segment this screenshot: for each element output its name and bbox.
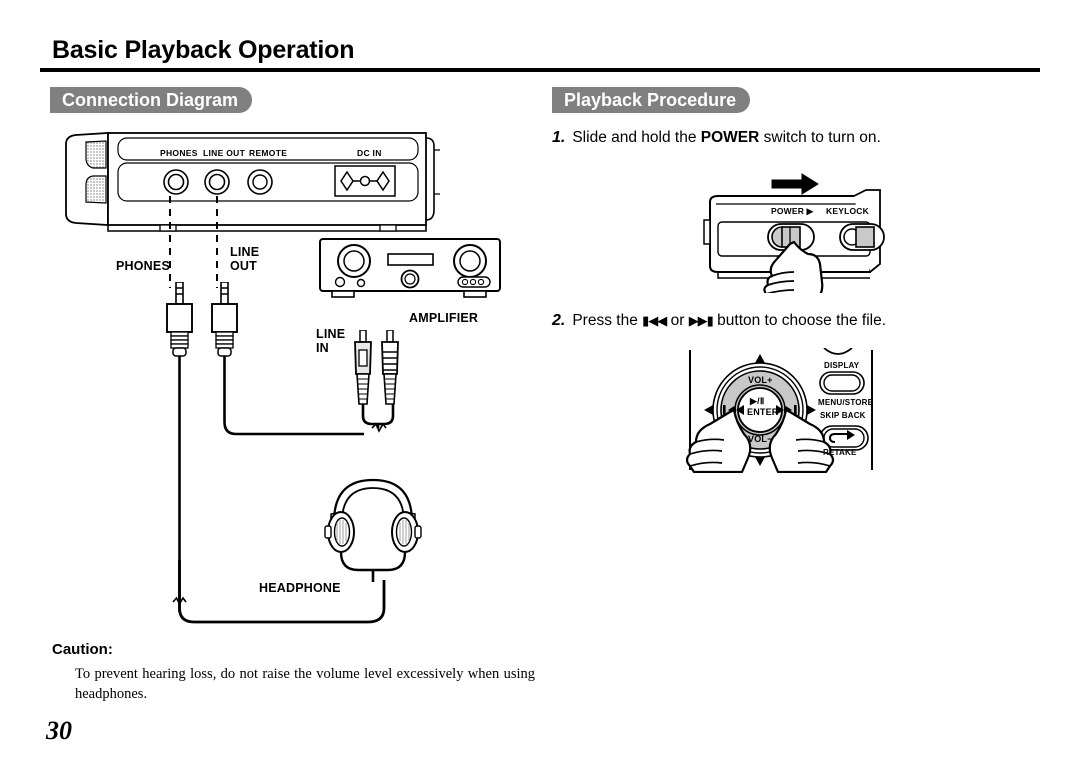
port-label-phones: PHONES (160, 148, 198, 158)
title-divider (40, 68, 1040, 72)
pad-label-vol-minus: VOL− (748, 434, 773, 444)
step-1-text: 1. Slide and hold the POWER switch to tur… (552, 128, 881, 148)
port-label-remote: REMOTE (249, 148, 288, 158)
leader-line-phones (165, 196, 175, 288)
step-2-text: 2. Press the ▮◀◀ or ▶▶▮ button to choose … (552, 311, 886, 332)
pad-label-enter: ENTER (747, 407, 779, 417)
pad-label-play-pause: ▶/Ⅱ (750, 396, 765, 406)
callout-headphone: HEADPHONE (259, 581, 341, 595)
switch-label-power: POWER ▶ (771, 206, 814, 216)
headphone-illustration (318, 470, 428, 585)
manual-page: Basic Playback Operation Connection Diag… (0, 0, 1080, 761)
pad-label-display: DISPLAY (824, 361, 860, 370)
caution-body: To prevent hearing loss, do not raise th… (75, 666, 535, 702)
step-2-text-after: button to choose the file. (712, 312, 887, 329)
step-1-number: 1. (552, 129, 566, 146)
callout-amplifier: AMPLIFIER (409, 311, 479, 325)
pad-label-retake: RETAKE (823, 448, 857, 457)
callout-phones: PHONES (116, 259, 170, 273)
pad-label-menu-store: MENU/STORE (818, 398, 874, 407)
step-1-text-after: switch to turn on. (759, 129, 881, 146)
step-1-text-before: Slide and hold the (572, 129, 701, 146)
step-1-emphasis: POWER (700, 129, 760, 146)
section-heading-playback-procedure: Playback Procedure (552, 87, 751, 113)
page-title: Basic Playback Operation (52, 36, 355, 64)
rca-plugs-illustration (348, 330, 408, 442)
arrow-right-icon (771, 173, 819, 195)
pad-label-vol-plus: VOL+ (748, 375, 773, 385)
skip-next-icon: ▶▶▮ (688, 314, 714, 329)
switch-label-keylock: KEYLOCK (826, 206, 869, 216)
port-label-dc-in: DC IN (357, 148, 382, 158)
step-2-number: 2. (552, 312, 566, 329)
port-label-line-out: LINE OUT (203, 148, 246, 158)
callout-line-in: LINE IN (316, 327, 346, 355)
step-2-text-middle: or (666, 312, 689, 329)
pad-label-skip-back: SKIP BACK (820, 411, 866, 420)
leader-line-line-out (212, 196, 222, 288)
recorder-rear-panel-illustration (60, 130, 480, 240)
caution-heading: Caution: (52, 641, 113, 658)
power-switch-illustration (694, 168, 894, 293)
skip-previous-icon: ▮◀◀ (642, 314, 667, 329)
section-heading-connection-diagram: Connection Diagram (50, 87, 253, 113)
page-number: 30 (46, 716, 72, 745)
step-2-text-before: Press the (572, 312, 643, 329)
callout-line-out: LINE OUT (230, 245, 260, 273)
